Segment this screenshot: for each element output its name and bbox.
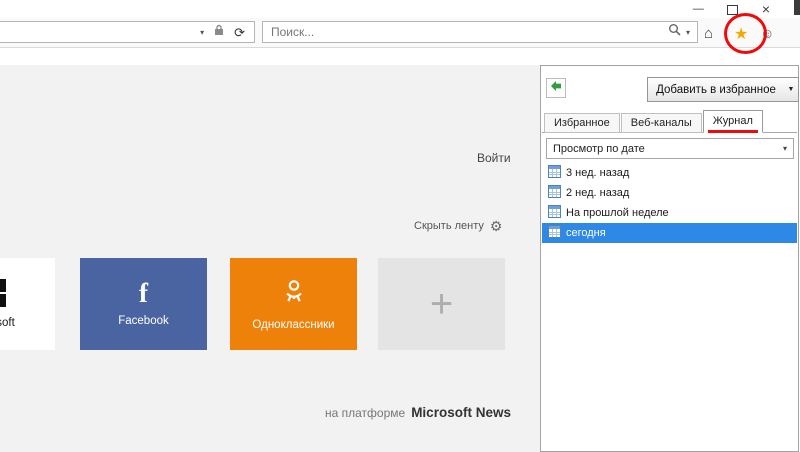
start-page: Войти Скрыть ленту ⚙ Microsoft f Faceboo… xyxy=(0,65,540,452)
pin-arrow-icon xyxy=(550,79,562,97)
annotation-underline xyxy=(707,130,758,133)
calendar-icon xyxy=(548,205,561,221)
tile-label: Одноклассники xyxy=(252,318,335,331)
view-by-date-select[interactable]: Просмотр по дате ▾ xyxy=(546,138,794,159)
view-select-value: Просмотр по дате xyxy=(553,142,645,155)
footer-prefix: на платформе xyxy=(325,406,406,420)
tab-history[interactable]: Журнал xyxy=(702,110,763,133)
calendar-icon xyxy=(548,185,561,201)
restore-button[interactable] xyxy=(726,4,738,15)
page-top-strip xyxy=(0,48,800,65)
hide-feed-link[interactable]: Скрыть ленту xyxy=(414,220,484,232)
panel-tabs: Избранное Веб-каналы Журнал xyxy=(544,110,796,133)
minimize-button[interactable]: — xyxy=(693,3,704,15)
refresh-button[interactable]: ⟳ xyxy=(234,26,245,39)
tile-facebook[interactable]: f Facebook xyxy=(80,258,207,350)
home-button[interactable]: ⌂ xyxy=(704,25,713,42)
address-dropdown-icon[interactable]: ▾ xyxy=(200,28,204,37)
history-item-3-weeks[interactable]: 3 нед. назад xyxy=(542,163,797,183)
screen-edge-decor xyxy=(794,0,800,15)
odnoklassniki-icon xyxy=(281,278,307,309)
search-input[interactable]: Поиск... ▾ xyxy=(262,21,698,43)
facebook-icon: f xyxy=(139,278,148,308)
title-bar: — × xyxy=(0,0,800,18)
tile-label: Facebook xyxy=(118,315,169,327)
feedback-smiley-button[interactable]: ☺ xyxy=(760,25,774,41)
search-dropdown-icon[interactable]: ▾ xyxy=(681,28,697,37)
lock-icon xyxy=(214,23,224,41)
tab-history-label: Журнал xyxy=(712,115,753,127)
history-item-label: На прошлой неделе xyxy=(566,207,669,219)
search-placeholder: Поиск... xyxy=(271,25,315,39)
address-bar[interactable]: ▾ ⟳ xyxy=(0,21,255,43)
gear-icon[interactable]: ⚙ xyxy=(490,219,503,233)
browser-toolbar: ▾ ⟳ Поиск... ▾ ⌂ ★ ☺ xyxy=(0,18,800,48)
favorites-star-button[interactable]: ★ xyxy=(734,24,748,44)
footer-brand: Microsoft News xyxy=(411,405,511,420)
page-footer: на платформе Microsoft News xyxy=(325,405,511,420)
add-to-favorites-button[interactable]: Добавить в избранное xyxy=(647,77,785,102)
chevron-down-icon: ▾ xyxy=(782,144,787,153)
calendar-icon xyxy=(548,225,561,241)
tile-add[interactable]: + xyxy=(378,258,505,350)
signin-link[interactable]: Войти xyxy=(477,151,511,165)
calendar-icon xyxy=(548,165,561,181)
tile-microsoft[interactable]: Microsoft xyxy=(0,258,55,350)
history-item-last-week[interactable]: На прошлой неделе xyxy=(542,203,797,223)
tile-odnoklassniki[interactable]: Одноклассники xyxy=(230,258,357,350)
microsoft-logo-icon xyxy=(0,279,6,307)
window-controls: — × xyxy=(693,2,770,16)
history-item-2-weeks[interactable]: 2 нед. назад xyxy=(542,183,797,203)
history-item-label: 2 нед. назад xyxy=(566,187,630,199)
search-icon[interactable] xyxy=(668,23,681,41)
history-list: 3 нед. назад 2 нед. назад На прошлой нед… xyxy=(542,163,797,243)
hide-feed-control: Скрыть ленту ⚙ xyxy=(414,219,502,233)
history-item-label: сегодня xyxy=(566,227,606,239)
history-item-label: 3 нед. назад xyxy=(566,167,630,179)
add-favorites-dropdown-button[interactable]: ▼ xyxy=(784,77,799,102)
tab-feeds[interactable]: Веб-каналы xyxy=(620,113,702,133)
history-item-today[interactable]: сегодня xyxy=(542,223,797,243)
favorites-center-panel: Добавить в избранное ▼ Избранное Веб-кан… xyxy=(540,65,799,452)
tab-favorites[interactable]: Избранное xyxy=(544,113,620,133)
pin-panel-button[interactable] xyxy=(546,78,566,98)
close-button[interactable]: × xyxy=(762,2,770,16)
tile-label: Microsoft xyxy=(0,317,15,329)
plus-icon: + xyxy=(429,282,454,326)
